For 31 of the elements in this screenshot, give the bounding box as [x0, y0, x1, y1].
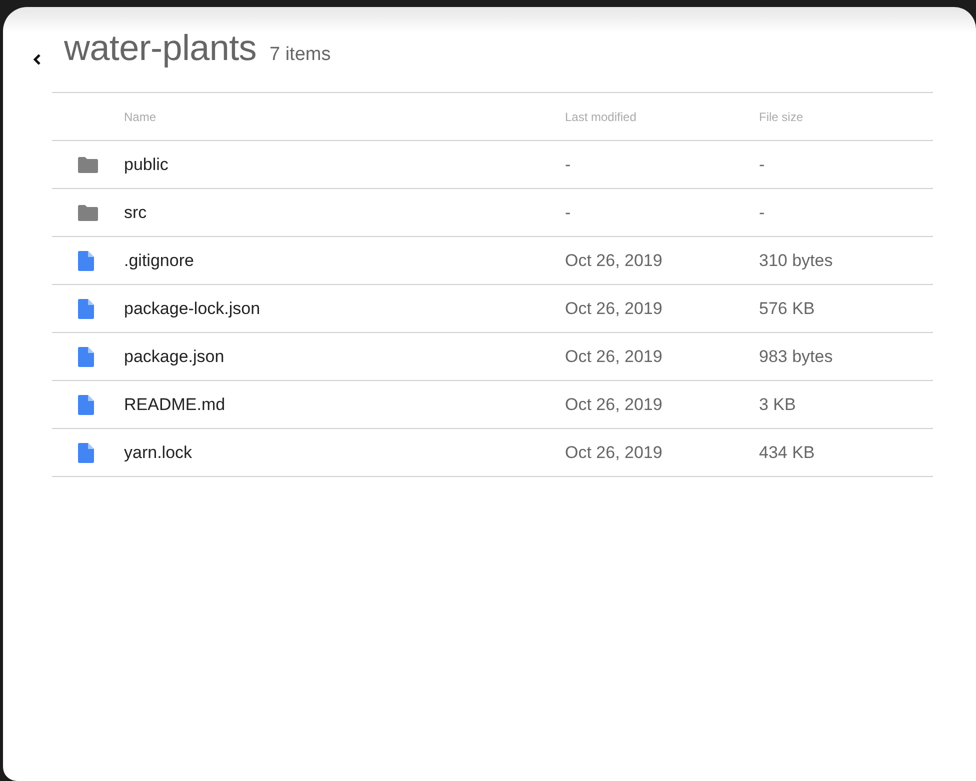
- file-icon: [78, 346, 94, 366]
- file-size: 983 bytes: [759, 346, 833, 366]
- folder-icon: [78, 156, 98, 172]
- file-size: 310 bytes: [759, 250, 833, 270]
- modified-date: Oct 26, 2019: [565, 298, 662, 318]
- modified-date: -: [565, 202, 571, 222]
- modified-date: Oct 26, 2019: [565, 394, 662, 414]
- modified-date: Oct 26, 2019: [565, 442, 662, 462]
- file-name[interactable]: public: [124, 154, 168, 174]
- file-icon: [78, 298, 94, 318]
- modified-date: Oct 26, 2019: [565, 250, 662, 270]
- folder-icon: [78, 204, 98, 220]
- file-size: 576 KB: [759, 298, 815, 318]
- file-icon: [78, 250, 94, 270]
- file-name[interactable]: README.md: [124, 394, 226, 414]
- file-name[interactable]: yarn.lock: [124, 442, 192, 462]
- file-name[interactable]: src: [124, 202, 147, 222]
- item-count: 7 items: [269, 44, 331, 66]
- file-size: 434 KB: [759, 442, 815, 462]
- file-name[interactable]: package-lock.json: [124, 298, 260, 318]
- folder-title: water-plants: [64, 27, 256, 69]
- file-name[interactable]: package.json: [124, 346, 224, 366]
- modified-date: -: [565, 154, 571, 174]
- chevron-left-icon: [33, 54, 41, 65]
- modified-date: Oct 26, 2019: [565, 346, 662, 366]
- file-name[interactable]: .gitignore: [124, 250, 194, 270]
- file-icon: [78, 442, 94, 462]
- file-size: 3 KB: [759, 394, 796, 414]
- file-size: -: [759, 202, 765, 222]
- file-icon: [78, 394, 94, 414]
- file-size: -: [759, 154, 765, 174]
